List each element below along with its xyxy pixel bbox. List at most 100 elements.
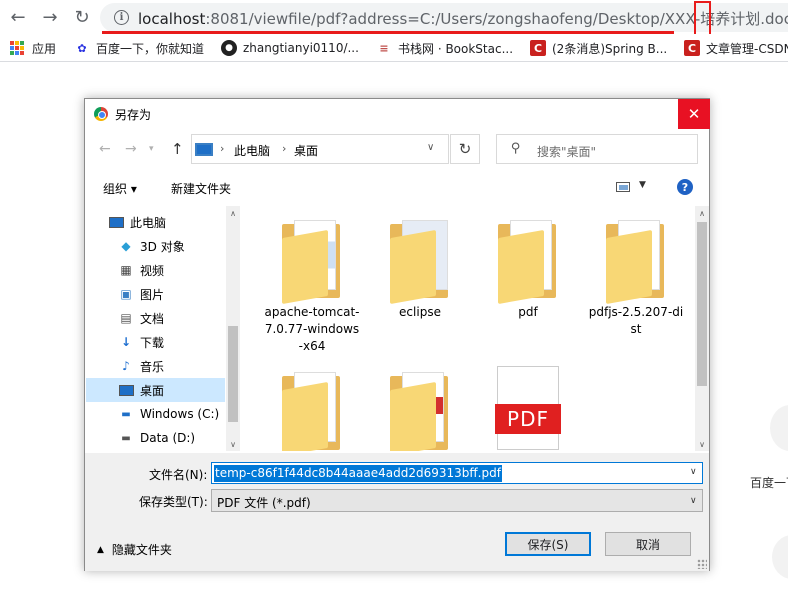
chevron-up-icon: ▲ xyxy=(97,544,104,555)
nav-item-desktop[interactable]: 桌面 xyxy=(86,378,225,402)
organize-button[interactable]: 组织 ▾ xyxy=(103,180,137,197)
file-item-folder[interactable] xyxy=(264,368,360,451)
nav-item-music[interactable]: ♪ 音乐 xyxy=(86,354,225,378)
nav-item-label: 视频 xyxy=(140,263,165,278)
save-button[interactable]: 保存(S) xyxy=(505,532,591,556)
hide-folders-toggle[interactable]: ▲ 隐藏文件夹 xyxy=(97,541,172,558)
bookmark-label: 应用 xyxy=(32,41,57,56)
dialog-title: 另存为 xyxy=(115,108,152,122)
back-arrow-icon[interactable]: ← xyxy=(6,5,30,29)
file-name: pdf xyxy=(518,305,538,319)
nav-item-3d-objects[interactable]: ◆ 3D 对象 xyxy=(86,234,225,258)
scroll-up-icon[interactable]: ∧ xyxy=(226,206,240,220)
bookmark-label: (2条消息)Spring B... xyxy=(552,41,668,56)
bookmark-bookstack[interactable]: ≡ 书栈网 · BookStac... xyxy=(376,38,513,58)
help-icon[interactable]: ? xyxy=(677,179,693,195)
downloads-icon: ↓ xyxy=(120,335,132,349)
chevron-down-icon[interactable]: ▼ xyxy=(639,180,646,190)
resize-grip[interactable] xyxy=(697,559,707,569)
back-arrow-icon[interactable]: ← xyxy=(99,141,111,157)
file-item-folder[interactable]: pdf xyxy=(480,216,576,321)
bookmark-csdn-articles[interactable]: C 文章管理-CSDN xyxy=(684,38,788,58)
cancel-button[interactable]: 取消 xyxy=(605,532,691,556)
nav-item-data-d[interactable]: ▬ Data (D:) xyxy=(86,426,225,450)
folder-icon xyxy=(604,216,668,305)
up-arrow-icon[interactable]: ↑ xyxy=(171,140,184,158)
address-bar[interactable]: i localhost:8081/viewfile/pdf?address=C:… xyxy=(100,3,788,32)
this-pc-icon xyxy=(108,214,124,230)
chevron-down-icon[interactable]: ∨ xyxy=(690,467,697,477)
nav-item-label: 此电脑 xyxy=(130,215,167,230)
recent-locations-icon[interactable]: ▾ xyxy=(149,144,154,154)
this-pc-icon xyxy=(195,143,213,156)
file-item-folder[interactable]: ✕ ✎ eclipse xyxy=(372,216,468,321)
filename-value: temp-c86f1f44dc8b44aaae4add2d69313bff.pd… xyxy=(214,465,502,482)
pdf-badge: PDF xyxy=(495,404,561,434)
file-view: apache-tomcat-7.0.77-windows-x64 ✕ ✎ ecl… xyxy=(242,206,710,451)
file-item-folder[interactable]: pdfjs-2.5.207-dist xyxy=(588,216,684,338)
folder-icon: ✕ ✎ xyxy=(388,216,452,305)
bookmark-csdn-spring[interactable]: C (2条消息)Spring B... xyxy=(530,38,667,58)
github-icon: ● xyxy=(221,40,237,56)
bookmark-apps[interactable]: 应用 xyxy=(10,38,56,58)
site-info-icon[interactable]: i xyxy=(114,10,129,25)
scrollbar-thumb[interactable] xyxy=(228,326,238,422)
chevron-right-icon[interactable]: › xyxy=(220,142,224,155)
dialog-titlebar[interactable]: 另存为 ✕ xyxy=(85,99,710,129)
scroll-up-icon[interactable]: ∧ xyxy=(695,206,709,220)
filename-input[interactable]: temp-c86f1f44dc8b44aaae4add2d69313bff.pd… xyxy=(211,462,703,484)
documents-icon: ▤ xyxy=(120,311,132,325)
path-breadcrumb[interactable]: › 此电脑 › 桌面 ∨ xyxy=(191,134,449,164)
side-label: 百度一下 xyxy=(750,476,788,490)
refresh-button[interactable]: ↻ xyxy=(450,134,480,164)
nav-item-videos[interactable]: ▦ 视频 xyxy=(86,258,225,282)
video-icon: ▦ xyxy=(120,263,132,277)
file-item-pdf[interactable]: PDF xyxy=(480,366,576,451)
bookstack-icon: ≡ xyxy=(379,41,389,55)
breadcrumb-item[interactable]: 此电脑 xyxy=(234,142,270,159)
file-name: eclipse xyxy=(399,305,441,319)
close-button[interactable]: ✕ xyxy=(678,99,710,129)
breadcrumb-item[interactable]: 桌面 xyxy=(294,142,318,159)
nav-item-this-pc[interactable]: 此电脑 xyxy=(86,210,225,234)
bookmark-label: 书栈网 · BookStac... xyxy=(398,41,514,56)
scrollbar-thumb[interactable] xyxy=(697,222,707,386)
chevron-down-icon[interactable]: ∨ xyxy=(427,142,434,153)
file-item-folder[interactable] xyxy=(372,368,468,451)
drive-icon: ▬ xyxy=(121,432,131,444)
search-icon: ⚲ xyxy=(511,141,521,156)
dialog-address-row: ← → ▾ ↑ › 此电脑 › 桌面 ∨ ↻ ⚲ 搜索"桌面" xyxy=(85,129,709,169)
new-folder-button[interactable]: 新建文件夹 xyxy=(171,180,231,197)
nav-item-windows-c[interactable]: ▬ Windows (C:) xyxy=(86,402,225,426)
side-tool-button[interactable] xyxy=(772,535,788,579)
nav-scrollbar[interactable]: ∧ ∨ xyxy=(226,206,240,451)
csdn-icon: C xyxy=(684,40,700,56)
reload-icon[interactable]: ↻ xyxy=(70,5,94,29)
apps-grid-icon xyxy=(10,41,24,55)
view-options-icon[interactable] xyxy=(616,182,630,192)
navigation-pane: 此电脑 ◆ 3D 对象 ▦ 视频 ▣ 图片 ▤ 文档 ↓ 下载 ♪ 音乐 桌面 xyxy=(86,206,240,451)
pdf-file-icon: PDF xyxy=(495,366,561,450)
search-input[interactable]: ⚲ 搜索"桌面" xyxy=(496,134,698,164)
chevron-right-icon[interactable]: › xyxy=(282,142,286,155)
bookmark-github[interactable]: ● zhangtianyi0110/... xyxy=(221,38,359,58)
filetype-select[interactable]: PDF 文件 (*.pdf) ∨ xyxy=(211,489,703,512)
side-tool-button[interactable] xyxy=(770,405,788,451)
nav-item-label: 3D 对象 xyxy=(140,239,185,254)
file-scrollbar[interactable]: ∧ ∨ xyxy=(695,206,709,451)
folder-icon xyxy=(388,368,452,451)
file-name: apache-tomcat-7.0.77-windows-x64 xyxy=(264,305,360,353)
file-item-folder[interactable]: apache-tomcat-7.0.77-windows-x64 xyxy=(264,216,360,355)
forward-arrow-icon[interactable]: → xyxy=(38,5,62,29)
chrome-icon xyxy=(94,107,108,121)
nav-item-documents[interactable]: ▤ 文档 xyxy=(86,306,225,330)
nav-item-downloads[interactable]: ↓ 下载 xyxy=(86,330,225,354)
scroll-down-icon[interactable]: ∨ xyxy=(695,437,709,451)
bookmark-baidu[interactable]: ✿ 百度一下，你就知道 xyxy=(74,38,204,58)
folder-icon xyxy=(280,368,344,451)
forward-arrow-icon[interactable]: → xyxy=(125,141,137,157)
scroll-down-icon[interactable]: ∨ xyxy=(226,437,240,451)
reload-icon: ↻ xyxy=(458,140,472,158)
chevron-down-icon: ∨ xyxy=(690,496,697,506)
nav-item-pictures[interactable]: ▣ 图片 xyxy=(86,282,225,306)
